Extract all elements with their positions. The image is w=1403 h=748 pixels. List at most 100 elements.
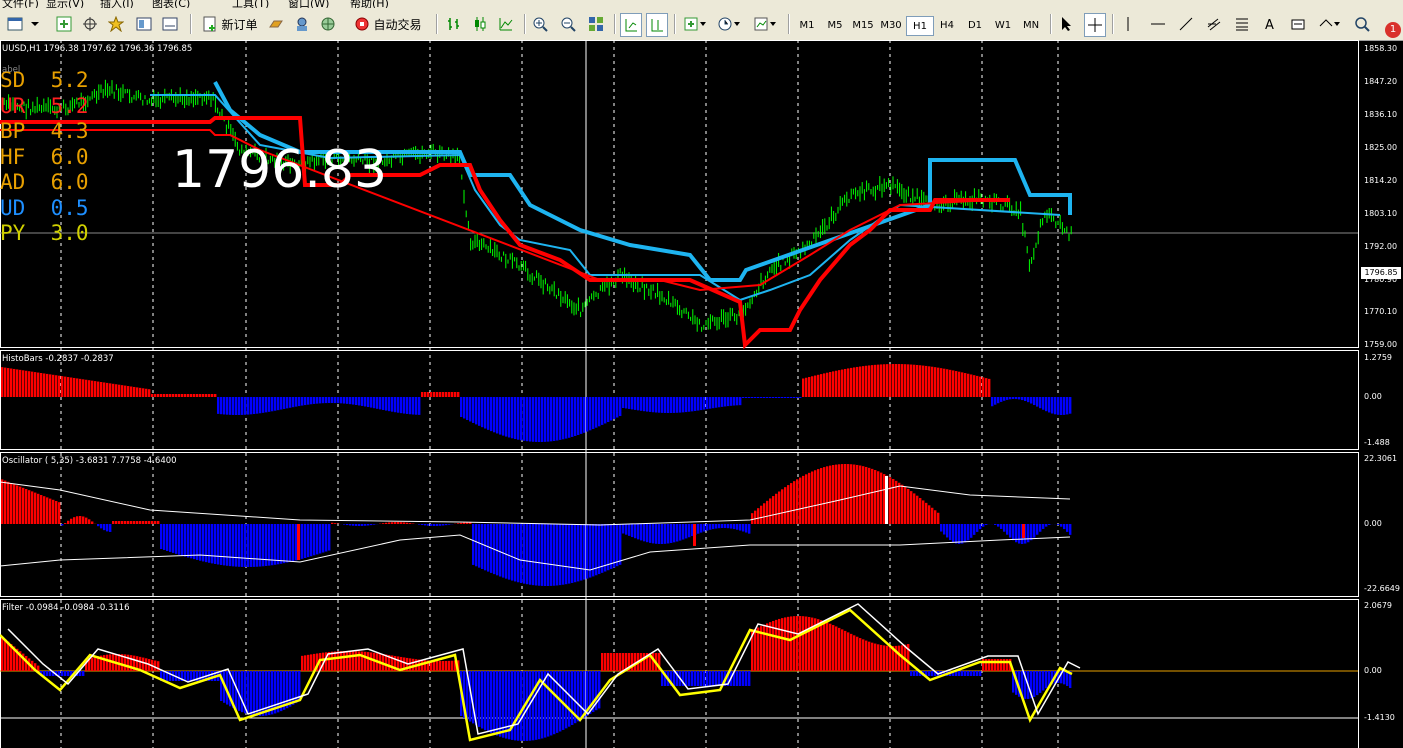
periods-icon[interactable] [716,13,744,35]
file-menu-icon[interactable] [4,13,28,35]
menu-item-2[interactable]: 插入(I) [100,0,134,8]
histo-bar [880,364,883,397]
auto-trading-button[interactable]: 自动交易 [348,13,428,35]
menu-item-0[interactable]: 文件(F) [2,0,39,8]
histo-bar [196,394,199,397]
search-icon[interactable] [1352,13,1372,35]
bar-chart-icon[interactable] [444,13,464,35]
menu-item-3[interactable]: 图表(C) [152,0,190,8]
menu-item-6[interactable]: 帮助(H) [350,0,389,8]
globe-icon[interactable] [318,13,338,35]
histo-bar [241,397,244,415]
histo-bar [4,367,7,397]
oscillator-bar [10,483,13,524]
timeframe-w1[interactable]: W1 [990,16,1016,34]
main-chart-header: UUSD,H1 1796.38 1797.62 1796.36 1796.85 [2,44,193,54]
filter-bar [487,671,490,732]
cursor-icon[interactable] [1056,13,1076,35]
histo-bar [553,397,556,441]
histo-bar [55,375,58,397]
timeframe-m5[interactable]: M5 [822,16,848,34]
terminal-icon[interactable] [160,13,180,35]
price-axis-label: 1814.20 [1364,176,1398,185]
crosshair-move-icon[interactable] [80,13,100,35]
vertical-line-icon[interactable] [1118,13,1138,35]
histo-bar [487,397,490,430]
oscillator-bar [70,518,73,524]
oscillator-bar [736,524,739,530]
oscillator-bar [772,496,775,524]
filter-bar [496,671,499,736]
histo-bar [868,365,871,397]
histo-bar [1051,397,1054,414]
oscillator-bar [43,496,46,524]
favorites-icon[interactable] [106,13,126,35]
text-tool-icon[interactable]: A [1260,13,1280,35]
filter-bar [484,671,487,731]
crosshair-icon[interactable] [1084,13,1106,37]
fibonacci-icon[interactable] [1232,13,1252,35]
chart-shift-icon[interactable] [646,13,668,37]
menu-item-5[interactable]: 窗口(W) [288,0,329,8]
filter-bar [859,638,862,671]
oscillator-bar [769,498,772,524]
oscillator-bar [16,485,19,524]
filter-bar [862,639,865,671]
histo-bar [712,397,715,409]
histo-bar [61,376,64,397]
notification-badge[interactable]: 1 [1385,22,1401,38]
filter-bar [346,651,349,671]
histo-bar [151,394,154,397]
new-order-button[interactable]: 新订单 [198,13,262,35]
histo-bar [367,397,370,408]
filter-bar [754,629,757,671]
tile-windows-icon[interactable] [586,13,606,35]
navigator-icon[interactable] [134,13,154,35]
oscillator-bar [232,524,235,567]
indicators-icon[interactable] [682,13,710,35]
svg-text:A: A [1265,18,1274,32]
histo-bar [331,397,334,404]
filter-bar [565,671,568,729]
histo-bar [997,397,1000,404]
price-axis-label: 1803.10 [1364,209,1398,218]
histo-bar [547,397,550,442]
timeframe-h1[interactable]: H1 [906,16,934,36]
histo-bar [247,397,250,415]
oscillator-bar [7,481,10,524]
oscillator-bar [970,524,973,538]
filter-bar [736,671,739,686]
chart-area[interactable]: SD 5.2 UR 5.2 BP 4.3 HF 6.0 AD 6.0 UD 0.5 PY 3… [0,40,1403,748]
templates-icon[interactable] [752,13,780,35]
histo-bar [82,379,85,397]
zoom-in-icon[interactable] [530,13,550,35]
histo-bar [643,397,646,412]
arrows-icon[interactable] [1316,13,1344,35]
gold-icon[interactable] [266,13,286,35]
chevron-down-icon[interactable] [30,13,40,35]
histo-bar [100,382,103,397]
label-tool-icon[interactable] [1288,13,1308,35]
oscillator-bar [892,479,895,524]
horizontal-line-icon[interactable] [1148,13,1168,35]
menu-item-1[interactable]: 显示(V) [46,0,84,8]
channel-icon[interactable] [1204,13,1224,35]
menu-item-4[interactable]: 工具(T) [232,0,269,8]
zoom-out-icon[interactable] [558,13,578,35]
plus-chart-icon[interactable] [54,13,74,35]
timeframe-m1[interactable]: M1 [794,16,820,34]
meta-editor-icon[interactable] [292,13,312,35]
line-chart-icon[interactable] [496,13,516,35]
filter-bar [913,671,916,676]
timeframe-h4[interactable]: H4 [934,16,960,34]
timeframe-m15[interactable]: M15 [850,16,876,34]
trendline-icon[interactable] [1176,13,1196,35]
timeframe-m30[interactable]: M30 [878,16,904,34]
auto-scroll-icon[interactable] [620,13,642,37]
timeframe-mn[interactable]: MN [1018,16,1044,34]
oscillator-bar [25,489,28,524]
oscillator-bar [109,524,112,532]
filter-bar [499,671,502,737]
timeframe-d1[interactable]: D1 [962,16,988,34]
candlestick-icon[interactable] [470,13,490,35]
